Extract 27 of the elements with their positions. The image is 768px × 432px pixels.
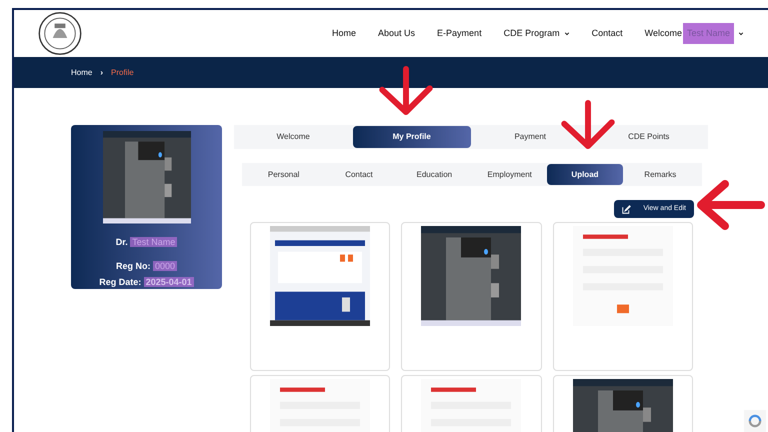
annotation-arrow bbox=[695, 180, 765, 230]
reg-number: Reg No: 0000 bbox=[116, 260, 178, 273]
sub-tab[interactable]: Employment bbox=[472, 164, 548, 185]
recaptcha-icon[interactable] bbox=[742, 410, 768, 432]
tab[interactable]: Welcome bbox=[234, 126, 352, 148]
sub-tab[interactable]: Remarks bbox=[622, 164, 698, 185]
nav-link[interactable]: E-Payment bbox=[437, 26, 482, 40]
sub-tab[interactable]: Upload bbox=[547, 164, 623, 185]
breadcrumb-current: Profile bbox=[111, 66, 134, 78]
breadcrumb-link[interactable]: Home bbox=[71, 66, 92, 78]
breadcrumb-separator: › bbox=[100, 66, 104, 78]
edit-icon bbox=[622, 204, 632, 214]
tab[interactable]: My Profile bbox=[352, 126, 471, 148]
sub-tab[interactable]: Personal bbox=[246, 164, 322, 185]
tab[interactable]: CDE Points bbox=[590, 126, 708, 148]
sub-tab[interactable]: Education bbox=[396, 164, 472, 185]
sub-tab[interactable]: Contact bbox=[321, 164, 397, 185]
nav-link[interactable]: Contact bbox=[592, 26, 623, 40]
upload-card[interactable] bbox=[250, 222, 390, 371]
tab[interactable]: Payment bbox=[471, 126, 590, 148]
upload-card[interactable] bbox=[401, 222, 542, 371]
doctor-name: Dr. Test Name bbox=[116, 236, 178, 248]
nav-link[interactable]: Home bbox=[332, 26, 356, 40]
chevron-down-icon bbox=[738, 30, 744, 36]
reg-date: Reg Date: 2025-04-01 bbox=[99, 276, 194, 289]
nav-link[interactable]: CDE Program bbox=[504, 26, 570, 40]
nav-link[interactable]: About Us bbox=[378, 26, 416, 40]
